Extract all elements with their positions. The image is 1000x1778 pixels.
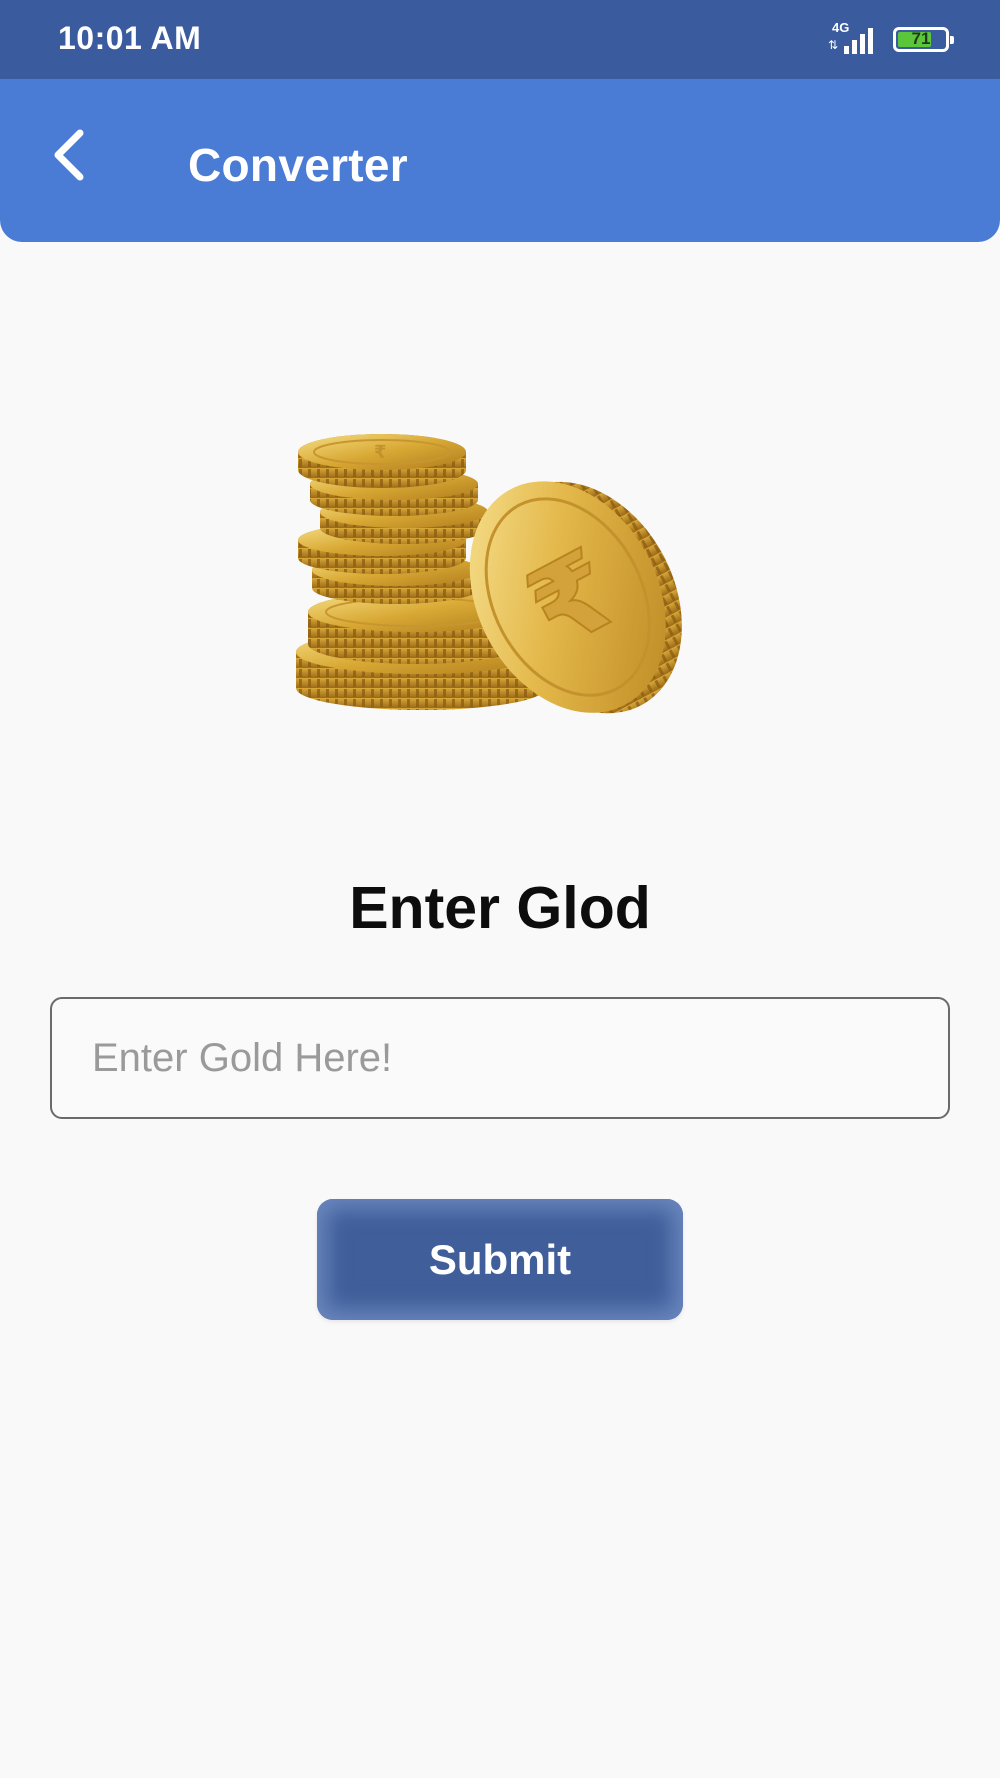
app-bar: Converter (0, 79, 1000, 242)
submit-button[interactable]: Submit (317, 1199, 683, 1320)
back-button[interactable] (40, 119, 104, 191)
form-heading: Enter Glod (349, 875, 651, 941)
svg-text:₹: ₹ (374, 442, 387, 463)
status-bar: 10:01 AM 4G ⇅ 71 (0, 0, 1000, 79)
gold-coins-icon: ₹ ₹ (296, 418, 706, 730)
chevron-left-icon (54, 129, 84, 181)
cellular-signal-icon: 4G ⇅ (826, 20, 882, 56)
signal-bars-icon (844, 28, 873, 54)
page-title: Converter (188, 139, 408, 191)
battery-nub (950, 36, 954, 44)
battery-icon: 71 (893, 27, 954, 52)
gold-amount-input[interactable] (50, 997, 950, 1119)
status-time: 10:01 AM (58, 20, 202, 56)
battery-level: 71 (911, 29, 931, 48)
data-activity-icon: ⇅ (828, 38, 839, 52)
